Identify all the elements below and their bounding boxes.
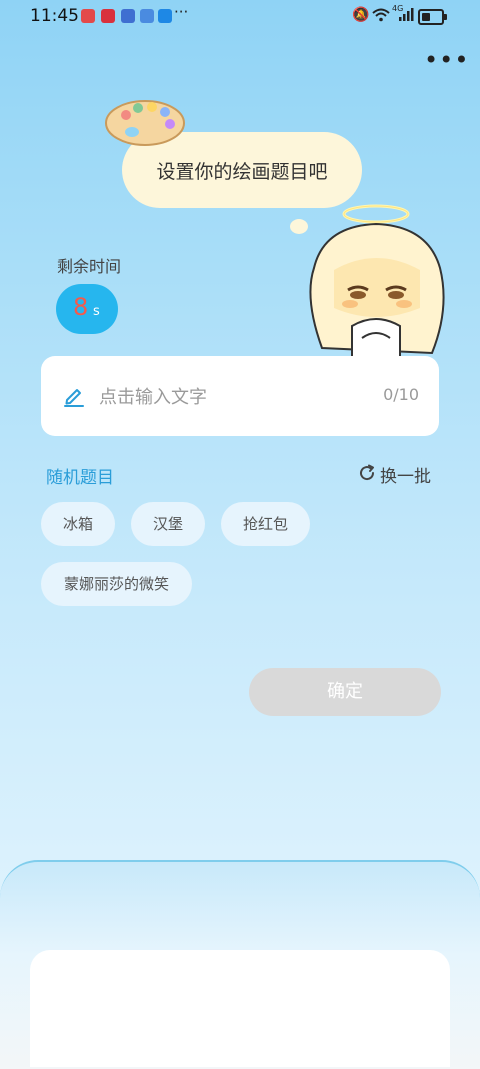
more-options-button[interactable]: ••• [424, 46, 469, 74]
notification-app-icon [140, 9, 154, 23]
timer-value: 8 [73, 293, 89, 321]
notification-app-icon [81, 9, 95, 23]
character-illustration [309, 204, 445, 358]
bell-mute-icon: 🔕 [352, 7, 370, 23]
wifi-icon [372, 8, 390, 22]
status-time: 11:45 [30, 6, 79, 26]
battery-icon [418, 9, 447, 25]
timer-badge: 8 s [56, 284, 118, 334]
topic-input[interactable] [97, 378, 361, 416]
timer-unit: s [93, 304, 100, 319]
refresh-icon [360, 464, 375, 481]
notification-app-icon [158, 9, 172, 23]
pencil-icon [64, 389, 84, 407]
topic-chip[interactable]: 汉堡 [131, 502, 205, 546]
notification-app-icon [101, 9, 115, 23]
topic-chip[interactable]: 蒙娜丽莎的微笑 [41, 562, 192, 606]
palette-icon [105, 100, 185, 146]
random-topics-title: 随机题目 [46, 468, 114, 488]
topic-chip[interactable]: 冰箱 [41, 502, 115, 546]
status-bar: 11:45 ··· 🔕 4G [0, 0, 480, 32]
notification-overflow: ··· [174, 3, 189, 21]
topic-chip[interactable]: 抢红包 [221, 502, 310, 546]
drawing-canvas-area[interactable] [30, 950, 450, 1067]
topic-input-card[interactable]: 0/10 [41, 356, 439, 436]
refresh-label: 换一批 [380, 467, 431, 487]
remaining-time-label: 剩余时间 [57, 257, 122, 276]
prompt-text: 设置你的绘画题目吧 [156, 161, 328, 183]
signal-icon [399, 8, 414, 21]
confirm-button[interactable]: 确定 [249, 668, 441, 716]
notification-app-icon [121, 9, 135, 23]
char-counter: 0/10 [383, 385, 419, 404]
